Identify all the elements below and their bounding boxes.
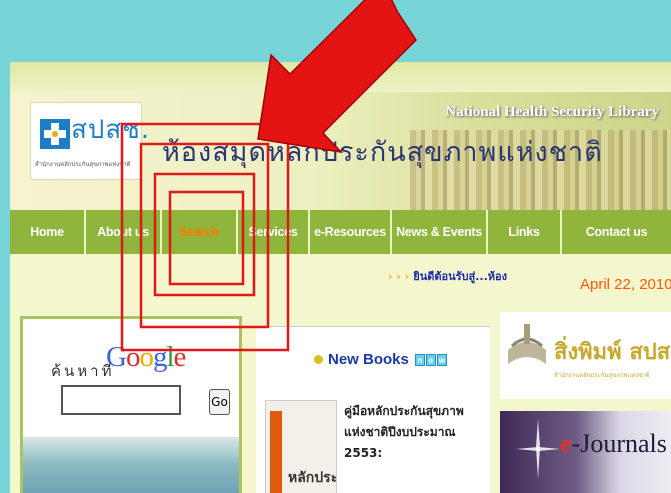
cross-logo-icon — [40, 119, 70, 149]
welcome-ticker: › › › ยินดีต้อนรับสู่...ห้อง — [388, 267, 507, 285]
publications-subtitle: สำนักงานหลักประกันสุขภาพแห่งชาติ — [554, 372, 650, 379]
ticker-text: ยินดีต้อนรับสู่...ห้อง — [413, 270, 508, 283]
search-label: ค้นหาที่ — [51, 362, 115, 380]
main-nav: Home About us Search Services e-Resource… — [10, 210, 671, 254]
ejournals-e: e — [560, 429, 572, 458]
badge-letter: n — [414, 353, 425, 366]
nav-about-us[interactable]: About us — [86, 210, 162, 254]
google-letter: e — [173, 341, 187, 373]
nav-search[interactable]: Search — [162, 210, 238, 254]
top-strip — [10, 62, 671, 92]
web-page: สปสช. สำนักงานหลักประกันสุขภาพแห่งชาติ N… — [10, 62, 671, 493]
new-books-label: New Books — [328, 351, 409, 368]
google-letter: o — [125, 341, 140, 373]
nav-contact-us[interactable]: Contact us — [562, 210, 671, 254]
new-badge-icon: new — [414, 353, 448, 366]
books-emblem-icon — [508, 324, 546, 364]
new-books-panel: New Books new หลักประกัน คู่มือหลักประกั… — [256, 326, 490, 493]
google-search-input[interactable] — [61, 385, 181, 415]
nhso-logo[interactable]: สปสช. สำนักงานหลักประกันสุขภาพแห่งชาติ — [30, 102, 149, 180]
nav-e-resources[interactable]: e-Resources — [310, 210, 392, 254]
book-title-link[interactable]: คู่มือหลักประกันสุขภาพแห่งชาติปีงบประมาณ… — [344, 401, 484, 464]
logo-subtitle: สำนักงานหลักประกันสุขภาพแห่งชาติ — [35, 161, 131, 168]
google-search-panel: ค้นหาที่ Google Go — [20, 316, 242, 493]
current-date: April 22, 2010 — [580, 276, 671, 293]
nav-home[interactable]: Home — [10, 210, 86, 254]
nav-links[interactable]: Links — [488, 210, 562, 254]
publications-banner[interactable]: สิ่งพิมพ์ สปสช. สำนักงานหลักประกันสุขภาพ… — [500, 312, 671, 399]
badge-letter: e — [425, 353, 436, 366]
google-letter: g — [152, 341, 167, 373]
google-letter: G — [106, 341, 127, 373]
publications-title: สิ่งพิมพ์ สปสช. — [554, 340, 671, 365]
google-letter: o — [139, 341, 153, 373]
google-logo: Google — [106, 341, 187, 374]
book-cover-image[interactable]: หลักประกัน — [265, 400, 337, 493]
library-photo — [23, 437, 239, 493]
google-letter: l — [166, 341, 174, 373]
badge-letter: w — [436, 353, 447, 366]
book-spine — [270, 411, 282, 493]
nav-services[interactable]: Services — [238, 210, 310, 254]
sparkle-icon — [516, 419, 560, 479]
library-name-en: National Health Security Library — [445, 104, 659, 120]
ticker-arrows: › › › — [388, 270, 410, 283]
logo-text: สปสช. — [71, 115, 151, 145]
ejournals-banner[interactable]: e-Journals — [500, 411, 671, 493]
ejournals-rest: -Journals — [571, 429, 667, 458]
ejournals-title: e-Journals — [560, 429, 667, 459]
bullet-icon — [314, 355, 323, 364]
book-cover-text: หลักประกัน — [288, 470, 337, 486]
nav-news-events[interactable]: News & Events — [392, 210, 488, 254]
go-button[interactable]: Go — [209, 389, 230, 415]
new-books-heading[interactable]: New Books new — [314, 351, 448, 368]
library-name-th: ห้องสมุดหลักประกันสุขภาพแห่งชาติ — [162, 137, 603, 168]
